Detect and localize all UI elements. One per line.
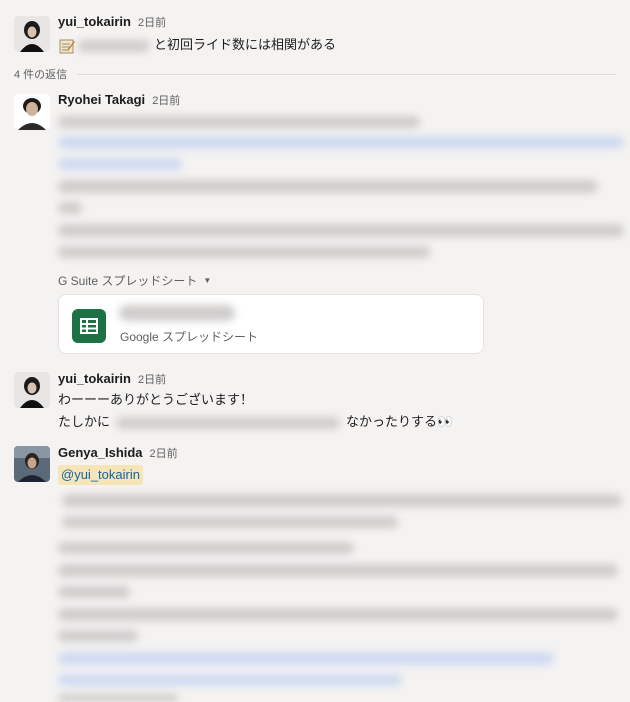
parent-message: yui_tokairin 2日前 と初回ライド数には相関がある — [0, 0, 630, 60]
sheets-icon — [72, 309, 106, 343]
user-mention[interactable]: @yui_tokairin — [58, 465, 143, 485]
author-name[interactable]: Genya_Ishida — [58, 445, 143, 460]
memo-icon — [58, 38, 76, 54]
timestamp[interactable]: 2日前 — [152, 92, 180, 108]
author-name[interactable]: yui_tokairin — [58, 14, 131, 29]
avatar[interactable] — [14, 94, 50, 130]
replies-divider: 4 件の返信 — [14, 66, 616, 82]
avatar[interactable] — [14, 372, 50, 408]
message-body: と初回ライド数には相関がある — [154, 37, 337, 52]
message-body: たしかに — [58, 414, 111, 429]
attachment-title[interactable] — [119, 305, 235, 321]
author-name[interactable]: yui_tokairin — [58, 371, 131, 386]
timestamp[interactable]: 2日前 — [138, 14, 166, 30]
message-body: なかったりする👀 — [346, 414, 454, 429]
replies-count: 4 件の返信 — [14, 69, 68, 81]
divider-line — [77, 73, 616, 75]
message-text: わーーーありがとうございます！ — [58, 392, 254, 407]
avatar[interactable] — [14, 16, 50, 52]
author-name[interactable]: Ryohei Takagi — [58, 92, 145, 107]
attachment-type: Google スプレッドシート — [120, 330, 259, 344]
timestamp[interactable]: 2日前 — [138, 371, 166, 387]
caret-down-icon: ▼ — [203, 276, 212, 285]
avatar[interactable] — [14, 446, 50, 482]
timestamp[interactable]: 2日前 — [150, 445, 178, 461]
spreadsheet-attachment[interactable]: Google スプレッドシート — [58, 294, 484, 354]
attachment-section-toggle[interactable]: G Suite スプレッドシート ▼ — [58, 272, 211, 289]
message-text: たしかに なかったりする👀 — [58, 413, 453, 431]
attachment-section-label: G Suite スプレッドシート — [58, 274, 198, 288]
message-text: と初回ライド数には相関がある — [58, 36, 336, 54]
